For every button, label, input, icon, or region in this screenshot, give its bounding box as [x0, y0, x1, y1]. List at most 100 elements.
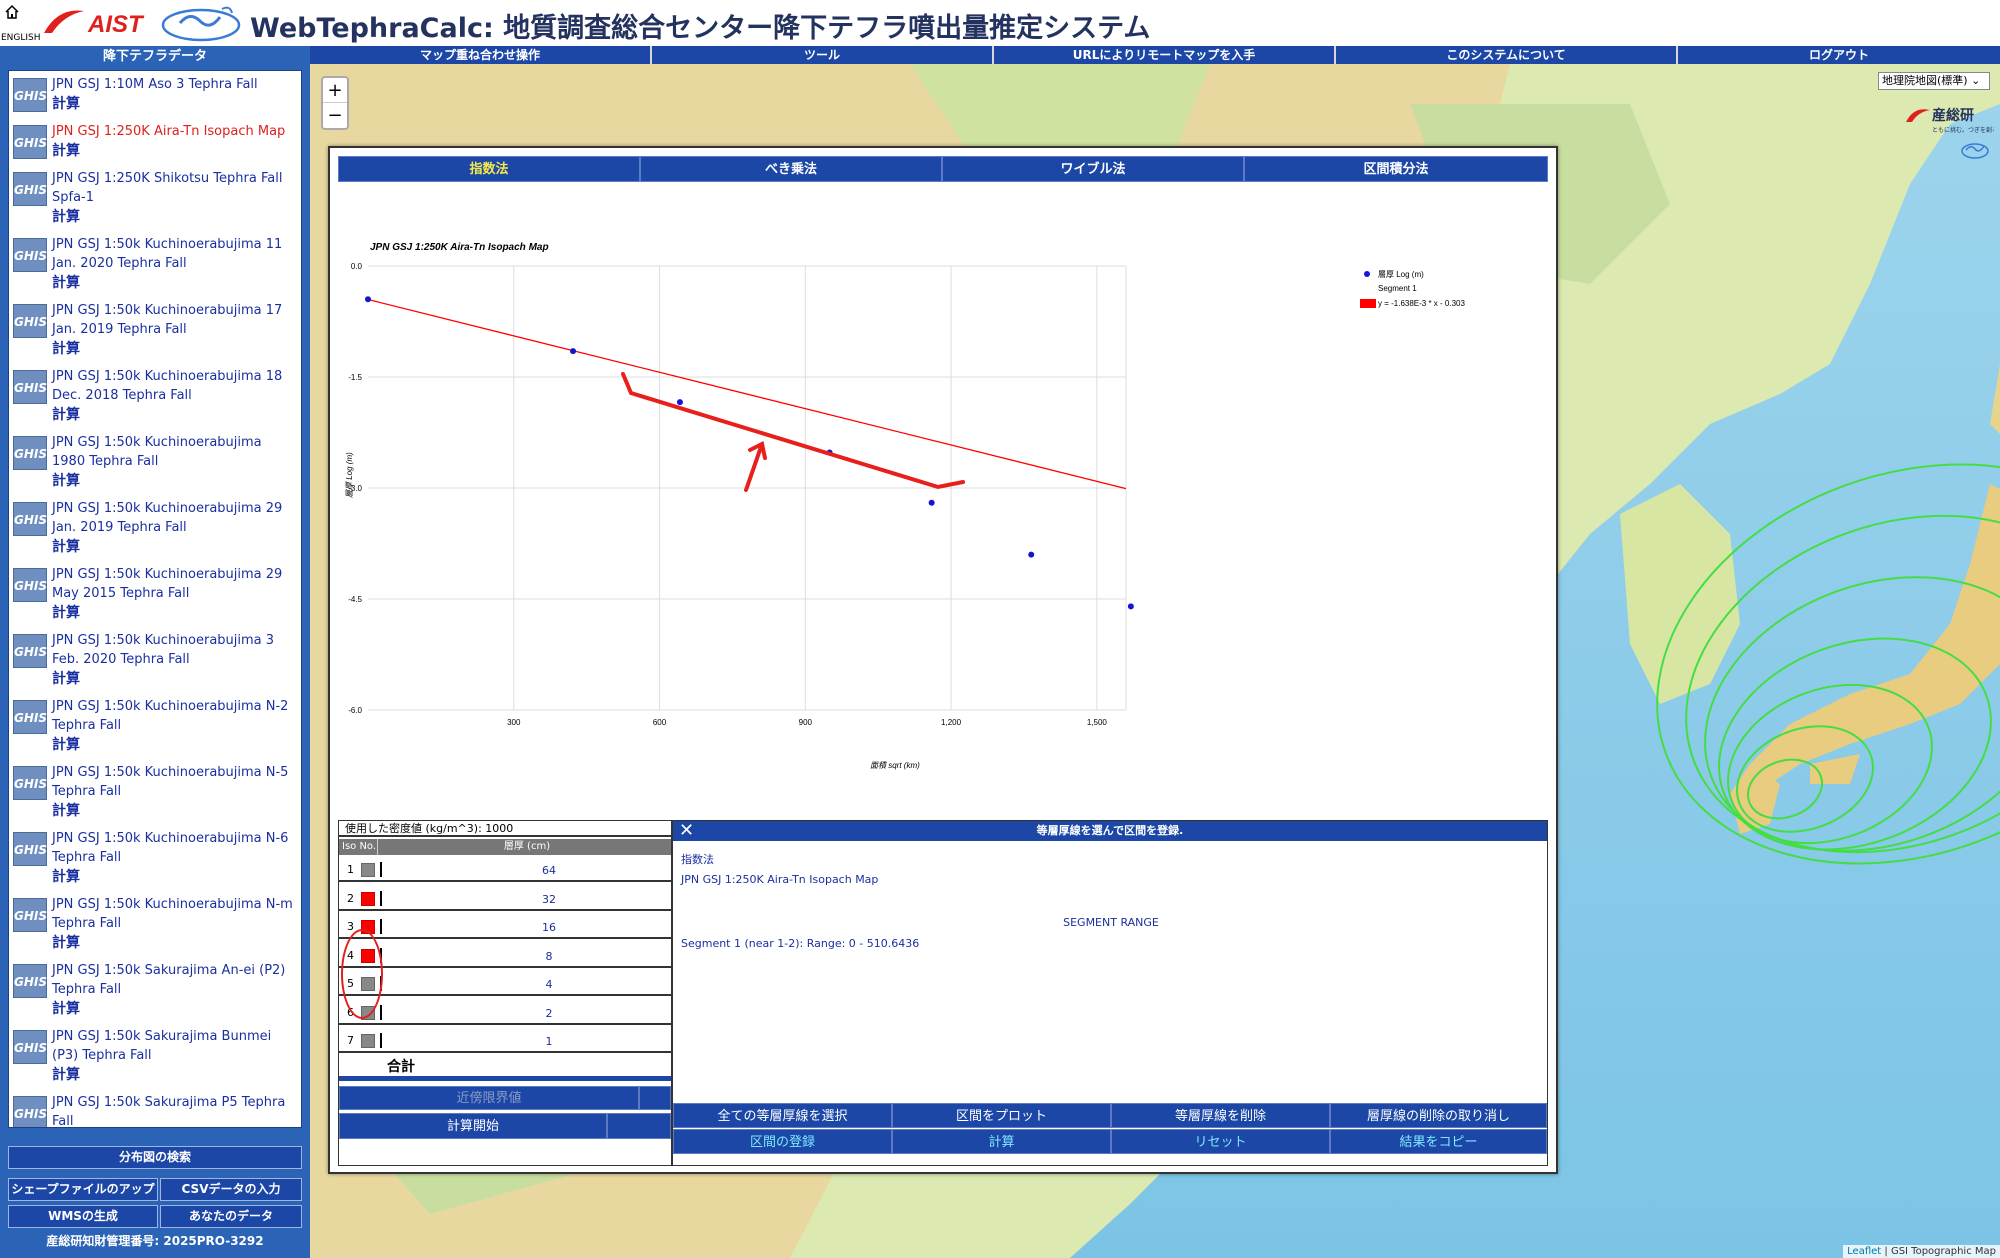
- ghis-icon: GHIS: [13, 766, 47, 800]
- dataset-name[interactable]: JPN GSJ 1:50k Kuchinoerabujima N-6 Tephr…: [52, 829, 297, 867]
- dataset-item[interactable]: GHIS JPN GSJ 1:50k Kuchinoerabujima 11 Ja…: [9, 231, 301, 297]
- nav-map-overlay[interactable]: マップ重ね合わせ操作: [310, 46, 652, 64]
- table-row[interactable]: 2 32: [339, 886, 671, 911]
- dataset-item[interactable]: GHIS JPN GSJ 1:10M Aso 3 Tephra Fall 計算: [9, 71, 301, 118]
- basemap-select[interactable]: 地理院地図(標準) ⌄: [1878, 72, 1990, 90]
- zoom-out-button[interactable]: −: [323, 103, 347, 128]
- csv-input-button[interactable]: CSVデータの入力: [160, 1178, 302, 1201]
- tab-weibull[interactable]: ワイブル法: [942, 156, 1244, 182]
- search-maps-button[interactable]: 分布図の検索: [8, 1146, 302, 1169]
- dataset-item[interactable]: GHIS JPN GSJ 1:50k Kuchinoerabujima N-m T…: [9, 891, 301, 957]
- nav-remote-map[interactable]: URLによりリモートマップを入手: [994, 46, 1336, 64]
- table-row[interactable]: 48: [339, 943, 671, 968]
- dataset-calc-link[interactable]: 計算: [52, 207, 297, 227]
- iso-number: 1: [347, 863, 354, 876]
- dataset-item[interactable]: GHIS JPN GSJ 1:50k Kuchinoerabujima 1980 …: [9, 429, 301, 495]
- proximity-limit-button[interactable]: 近傍限界値: [339, 1086, 639, 1110]
- dataset-calc-link[interactable]: 計算: [52, 999, 297, 1019]
- nav-about[interactable]: このシステムについて: [1336, 46, 1678, 64]
- segment-range-title: SEGMENT RANGE: [1063, 916, 1159, 929]
- wms-generate-button[interactable]: WMSの生成: [8, 1205, 158, 1228]
- dataset-calc-link[interactable]: 計算: [52, 603, 297, 623]
- dataset-calc-link[interactable]: 計算: [52, 867, 297, 887]
- home-icon[interactable]: [4, 4, 20, 20]
- dataset-name[interactable]: JPN GSJ 1:50k Sakurajima Bunmei (P3) Tep…: [52, 1027, 297, 1065]
- dataset-name[interactable]: JPN GSJ 1:50k Kuchinoerabujima 1980 Teph…: [52, 433, 297, 471]
- dataset-name[interactable]: JPN GSJ 1:50k Kuchinoerabujima 29 May 20…: [52, 565, 297, 603]
- table-row[interactable]: 3 16: [339, 914, 671, 939]
- dataset-calc-link[interactable]: 計算: [52, 94, 297, 114]
- dataset-name[interactable]: JPN GSJ 1:50k Kuchinoerabujima N-5 Tephr…: [52, 763, 297, 801]
- dataset-item[interactable]: GHIS JPN GSJ 1:50k Kuchinoerabujima 17 Ja…: [9, 297, 301, 363]
- table-row[interactable]: 71: [339, 1028, 671, 1053]
- thickness-value: 64: [542, 864, 556, 877]
- dataset-name[interactable]: JPN GSJ 1:50k Kuchinoerabujima 18 Dec. 2…: [52, 367, 297, 405]
- table-row[interactable]: 54: [339, 971, 671, 996]
- dataset-item[interactable]: GHIS JPN GSJ 1:50k Sakurajima An-ei (P2) …: [9, 957, 301, 1023]
- dataset-item[interactable]: GHIS JPN GSJ 1:50k Kuchinoerabujima N-5 T…: [9, 759, 301, 825]
- close-icon[interactable]: ✕: [679, 821, 694, 841]
- dataset-item[interactable]: GHIS JPN GSJ 1:50k Sakurajima Bunmei (P3)…: [9, 1023, 301, 1089]
- your-data-button[interactable]: あなたのデータ: [160, 1205, 302, 1228]
- dataset-list[interactable]: GHIS JPN GSJ 1:10M Aso 3 Tephra Fall 計算 GHI…: [8, 70, 302, 1128]
- dataset-name[interactable]: JPN GSJ 1:50k Kuchinoerabujima 11 Jan. 2…: [52, 235, 297, 273]
- dataset-item[interactable]: GHIS JPN GSJ 1:250K Aira-Tn Isopach Map 計算: [9, 118, 301, 165]
- dataset-name[interactable]: JPN GSJ 1:50k Kuchinoerabujima N-m Tephr…: [52, 895, 297, 933]
- shapefile-upload-button[interactable]: シェープファイルのアップ: [8, 1178, 158, 1201]
- svg-text:産総研: 産総研: [1932, 107, 1974, 124]
- dataset-calc-link[interactable]: 計算: [52, 933, 297, 953]
- data-points-group: [365, 296, 1134, 610]
- dataset-item[interactable]: GHIS JPN GSJ 1:250K Shikotsu Tephra Fall …: [9, 165, 301, 231]
- reset-button[interactable]: リセット: [1111, 1129, 1330, 1154]
- dataset-calc-link[interactable]: 計算: [52, 273, 297, 293]
- tab-segment-integration[interactable]: 区間積分法: [1244, 156, 1548, 182]
- dataset-name[interactable]: JPN GSJ 1:50k Sakurajima An-ei (P2) Teph…: [52, 961, 297, 999]
- dataset-calc-link[interactable]: 計算: [52, 471, 297, 491]
- isopach-checkbox[interactable]: [361, 891, 375, 906]
- dataset-calc-link[interactable]: 計算: [52, 405, 297, 425]
- dataset-item[interactable]: GHIS JPN GSJ 1:50k Kuchinoerabujima N-6 T…: [9, 825, 301, 891]
- thickness-value: 32: [542, 892, 556, 906]
- dataset-calc-link[interactable]: 計算: [52, 735, 297, 755]
- table-row[interactable]: 1 64: [339, 857, 671, 882]
- dataset-item[interactable]: GHIS JPN GSJ 1:50k Sakurajima P5 Tephra F…: [9, 1089, 301, 1127]
- calculate-button[interactable]: 計算: [892, 1129, 1111, 1154]
- isopach-checkbox[interactable]: [361, 1034, 375, 1048]
- dataset-name[interactable]: JPN GSJ 1:50k Kuchinoerabujima 3 Feb. 20…: [52, 631, 297, 669]
- dataset-calc-link[interactable]: 計算: [52, 1065, 297, 1085]
- language-link[interactable]: ENGLISH: [1, 33, 41, 43]
- dataset-item[interactable]: GHIS JPN GSJ 1:50k Kuchinoerabujima N-2 T…: [9, 693, 301, 759]
- dataset-name[interactable]: JPN GSJ 1:50k Kuchinoerabujima 17 Jan. 2…: [52, 301, 297, 339]
- tab-power-law[interactable]: べき乗法: [640, 156, 942, 182]
- isopach-checkbox[interactable]: [361, 863, 375, 877]
- table-row[interactable]: 62: [339, 1000, 671, 1025]
- dataset-name[interactable]: JPN GSJ 1:50k Kuchinoerabujima N-2 Tephr…: [52, 697, 297, 735]
- dataset-name[interactable]: JPN GSJ 1:50k Kuchinoerabujima 29 Jan. 2…: [52, 499, 297, 537]
- nav-logout[interactable]: ログアウト: [1678, 46, 2000, 64]
- nav-tools[interactable]: ツール: [652, 46, 994, 64]
- dataset-name[interactable]: JPN GSJ 1:250K Shikotsu Tephra Fall Spfa…: [52, 169, 297, 207]
- dataset-calc-link[interactable]: 計算: [52, 537, 297, 557]
- tab-exponential[interactable]: 指数法: [338, 156, 640, 182]
- undo-delete-button[interactable]: 層厚線の削除の取り消し: [1330, 1103, 1547, 1128]
- dataset-item[interactable]: GHIS JPN GSJ 1:50k Kuchinoerabujima 29 Ma…: [9, 561, 301, 627]
- dataset-item[interactable]: GHIS JPN GSJ 1:50k Kuchinoerabujima 29 Ja…: [9, 495, 301, 561]
- copy-results-button[interactable]: 結果をコピー: [1330, 1129, 1547, 1154]
- dataset-calc-link[interactable]: 計算: [52, 141, 297, 161]
- dataset-item[interactable]: GHIS JPN GSJ 1:50k Kuchinoerabujima 3 Feb…: [9, 627, 301, 693]
- delete-isopach-button[interactable]: 等層厚線を削除: [1111, 1103, 1330, 1128]
- register-segment-button[interactable]: 区間の登録: [673, 1129, 892, 1154]
- dataset-name[interactable]: JPN GSJ 1:250K Aira-Tn Isopach Map: [52, 122, 297, 141]
- dataset-name[interactable]: JPN GSJ 1:10M Aso 3 Tephra Fall: [52, 75, 297, 94]
- y-tick-label: -4.5: [348, 595, 362, 604]
- dataset-item[interactable]: GHIS JPN GSJ 1:50k Kuchinoerabujima 18 De…: [9, 363, 301, 429]
- start-calculation-button[interactable]: 計算開始: [339, 1113, 607, 1139]
- select-all-isopachs-button[interactable]: 全ての等層厚線を選択: [673, 1103, 892, 1128]
- plot-segment-button[interactable]: 区間をプロット: [892, 1103, 1111, 1128]
- dataset-calc-link[interactable]: 計算: [52, 801, 297, 821]
- dataset-calc-link[interactable]: 計算: [52, 339, 297, 359]
- leaflet-link[interactable]: Leaflet: [1847, 1246, 1881, 1257]
- dataset-name[interactable]: JPN GSJ 1:50k Sakurajima P5 Tephra Fall: [52, 1093, 297, 1127]
- zoom-in-button[interactable]: +: [323, 78, 347, 103]
- dataset-calc-link[interactable]: 計算: [52, 669, 297, 689]
